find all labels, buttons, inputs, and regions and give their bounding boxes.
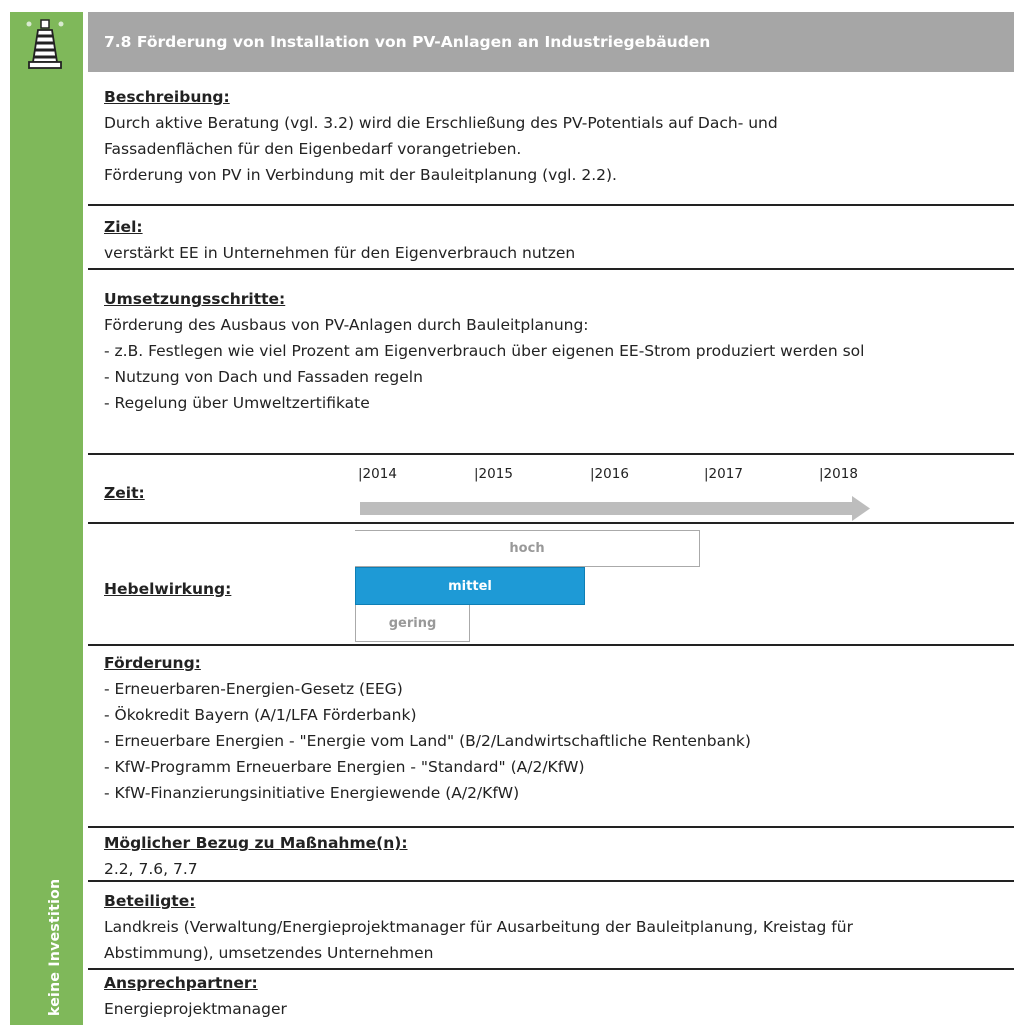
year-tick: |2014 [358,466,397,482]
foerderung-line: - KfW-Programm Erneuerbare Energien - "S… [104,758,585,776]
year-tick: |2015 [474,466,513,482]
beschreibung-line: Fassadenflächen für den Eigenbedarf vora… [104,140,522,158]
divider [88,644,1014,646]
measure-sheet: keine Investition 7.8 Förderung von Inst… [0,0,1014,1025]
divider [88,522,1014,524]
foerderung-heading: Förderung: [104,654,201,672]
beschreibung-line: Durch aktive Beratung (vgl. 3.2) wird di… [104,114,778,132]
section-beschreibung: Beschreibung: Durch aktive Beratung (vgl… [104,84,778,188]
umsetzung-line: - Regelung über Umweltzertifikate [104,394,370,412]
ziel-heading: Ziel: [104,218,143,236]
beteiligte-line: Landkreis (Verwaltung/Energieprojektmana… [104,918,853,936]
umsetzung-line: - z.B. Festlegen wie viel Prozent am Eig… [104,342,865,360]
divider [88,880,1014,882]
level-label: mittel [448,578,492,594]
title-bar: 7.8 Förderung von Installation von PV-An… [88,12,1014,72]
year-tick: |2018 [819,466,858,482]
beschreibung-heading: Beschreibung: [104,88,230,106]
zeit-heading: Zeit: [104,484,145,502]
divider [88,826,1014,828]
level-label: hoch [509,541,545,556]
level-mittel-selected: mittel [355,567,585,605]
level-hoch: hoch [355,530,700,567]
divider [88,453,1014,455]
bezug-line: 2.2, 7.6, 7.7 [104,860,198,878]
hebel-heading: Hebelwirkung: [104,580,232,598]
section-ziel: Ziel: verstärkt EE in Unternehmen für de… [104,214,575,266]
umsetzung-line: - Nutzung von Dach und Fassaden regeln [104,368,423,386]
beschreibung-line: Förderung von PV in Verbindung mit der B… [104,166,617,184]
section-ansprech: Ansprechpartner: Energieprojektmanager [104,970,287,1022]
year-tick: |2016 [590,466,629,482]
section-bezug: Möglicher Bezug zu Maßnahme(n): 2.2, 7.6… [104,830,408,882]
foerderung-line: - Erneuerbare Energien - "Energie vom La… [104,732,751,750]
section-beteiligte: Beteiligte: Landkreis (Verwaltung/Energi… [104,888,853,966]
section-foerderung: Förderung: - Erneuerbaren-Energien-Geset… [104,650,751,806]
ansprech-heading: Ansprechpartner: [104,974,258,992]
foerderung-line: - KfW-Finanzierungsinitiative Energiewen… [104,784,520,802]
divider [88,204,1014,206]
umsetzung-line: Förderung des Ausbaus von PV-Anlagen dur… [104,316,589,334]
divider [88,268,1014,270]
umsetzung-heading: Umsetzungsschritte: [104,290,286,308]
measure-title: 7.8 Förderung von Installation von PV-An… [104,33,711,51]
year-tick: |2017 [704,466,743,482]
foerderung-line: - Erneuerbaren-Energien-Gesetz (EEG) [104,680,403,698]
ansprech-line: Energieprojektmanager [104,1000,287,1018]
category-label: keine Investition [47,878,63,1016]
beteiligte-heading: Beteiligte: [104,892,196,910]
ziel-line: verstärkt EE in Unternehmen für den Eige… [104,244,576,262]
category-icon-box [10,12,83,78]
category-sidebar [10,12,83,1025]
bezug-heading: Möglicher Bezug zu Maßnahme(n): [104,834,408,852]
foerderung-line: - Ökokredit Bayern (A/1/LFA Förderbank) [104,706,417,724]
beteiligte-line: Abstimmung), umsetzendes Unternehmen [104,944,434,962]
level-gering: gering [355,605,470,642]
section-umsetzung: Umsetzungsschritte: Förderung des Ausbau… [104,286,864,416]
lighthouse-icon [26,19,64,69]
level-label: gering [388,615,437,631]
